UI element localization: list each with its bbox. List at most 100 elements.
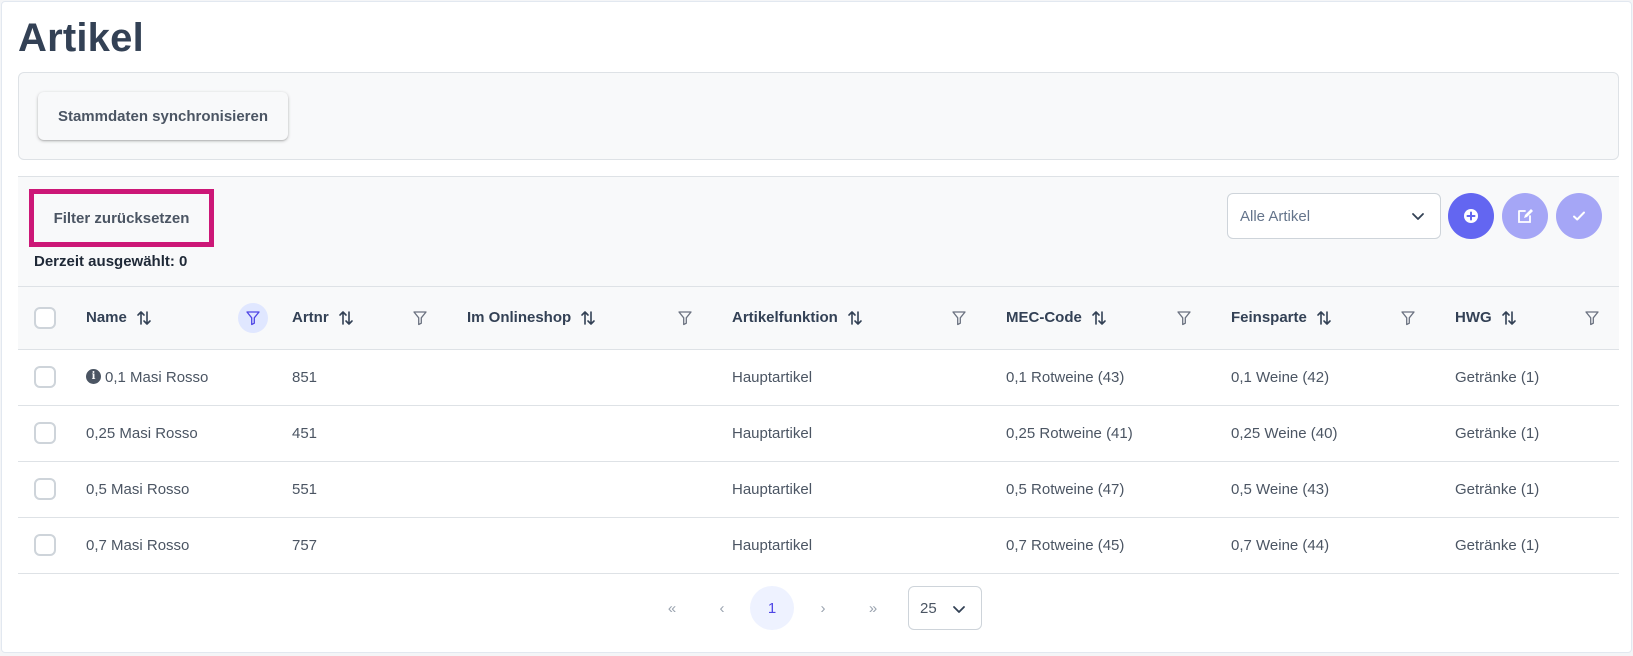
sort-icon [1092,310,1106,325]
sort-icon [581,310,595,325]
sort-feinsparte[interactable]: Feinsparte [1231,309,1333,327]
cell-hwg: Getränke (1) [1455,368,1540,386]
cell-hwg: Getränke (1) [1455,536,1540,554]
toolbar-panel: Stammdaten synchronisieren [18,72,1619,160]
filter-hwg-button[interactable] [1577,303,1607,333]
cell-onlineshop [453,461,718,517]
last-page-button[interactable]: » [851,586,895,630]
col-function: Artikelfunktion [718,287,992,349]
cell-function: Hauptartikel [732,368,813,386]
rows-per-page-value: 25 [920,600,937,617]
rows-per-page-dropdown[interactable]: 25 [908,586,982,630]
table-row[interactable]: 0,5 Masi Rosso 551 Hauptartikel 0,5 Rotw… [18,461,1619,517]
cell-feinsparte: 0,5 Weine (43) [1231,480,1330,498]
cell-name: 0,7 Masi Rosso [86,536,190,554]
plus-circle-icon [1464,209,1478,223]
sort-hwg[interactable]: HWG [1455,309,1518,327]
cell-function: Hauptartikel [732,480,813,498]
sort-name[interactable]: Name [86,309,153,327]
cell-mec: 0,1 Rotweine (43) [1006,368,1125,386]
col-feinsparte-label: Feinsparte [1231,309,1307,327]
sort-icon [1317,310,1331,325]
cell-feinsparte: 0,7 Weine (44) [1231,536,1330,554]
col-name-label: Name [86,309,127,327]
col-function-label: Artikelfunktion [732,309,838,327]
cell-function: Hauptartikel [732,424,813,442]
cell-feinsparte: 0,1 Weine (42) [1231,368,1330,386]
edit-icon [1518,209,1533,223]
cell-artnr: 451 [292,424,318,442]
col-onlineshop-label: Im Onlineshop [467,309,572,327]
cell-function: Hauptartikel [732,536,813,554]
col-feinsparte: Feinsparte [1217,287,1441,349]
add-article-button[interactable] [1448,193,1494,239]
page-title: Artikel [18,16,144,60]
col-mec: MEC-Code [992,287,1217,349]
sort-artnr[interactable]: Artnr [292,309,355,327]
row-checkbox[interactable] [34,422,56,444]
sort-icon [848,310,862,325]
check-icon [1573,211,1585,221]
cell-artnr: 757 [292,536,318,554]
sort-icon [137,310,151,325]
table-header-row: Name Artnr Im Onlineshop Artikelfunktion… [18,287,1619,349]
cell-artnr: 551 [292,480,318,498]
filter-mec-button[interactable] [1169,303,1199,333]
col-mec-label: MEC-Code [1006,309,1082,327]
cell-onlineshop [453,349,718,405]
prev-page-button[interactable]: ‹ [700,586,744,630]
filter-artnr-button[interactable] [405,303,435,333]
sort-mec[interactable]: MEC-Code [1006,309,1108,327]
table-row[interactable]: 0,25 Masi Rosso 451 Hauptartikel 0,25 Ro… [18,405,1619,461]
row-checkbox[interactable] [34,478,56,500]
cell-mec: 0,5 Rotweine (47) [1006,480,1125,498]
select-all-checkbox[interactable] [34,306,56,329]
col-onlineshop: Im Onlineshop [453,287,718,349]
filter-icon [246,311,260,325]
chevron-down-icon [953,606,965,613]
cell-onlineshop [453,405,718,461]
filter-icon [1177,311,1191,325]
info-icon[interactable]: i [86,369,101,385]
row-select-cell [18,349,70,405]
sort-icon [338,310,353,325]
article-filter-value: Alle Artikel [1240,208,1311,225]
col-artnr-label: Artnr [292,309,329,327]
cell-mec: 0,25 Rotweine (41) [1006,424,1133,442]
edit-article-button[interactable] [1502,193,1548,239]
table-row[interactable]: 0,7 Masi Rosso 757 Hauptartikel 0,7 Rotw… [18,517,1619,573]
select-all-cell [18,287,70,349]
filter-onlineshop-button[interactable] [670,303,700,333]
confirm-button[interactable] [1556,193,1602,239]
cell-name: 0,5 Masi Rosso [86,480,190,498]
cell-name: 0,25 Masi Rosso [86,424,198,442]
sort-function[interactable]: Artikelfunktion [732,309,864,327]
selected-count: Derzeit ausgewählt: 0 [34,253,188,270]
row-checkbox[interactable] [34,534,56,556]
table-row[interactable]: i 0,1 Masi Rosso 851 Hauptartikel 0,1 Rot… [18,349,1619,405]
col-hwg: HWG [1441,287,1619,349]
row-select-cell [18,461,70,517]
col-name: Name [70,287,280,349]
cell-hwg: Getränke (1) [1455,424,1540,442]
article-filter-dropdown[interactable]: Alle Artikel [1227,193,1441,239]
first-page-button[interactable]: « [650,586,694,630]
next-page-button[interactable]: › [801,586,845,630]
filter-name-button[interactable] [238,302,268,333]
article-table: Name Artnr Im Onlineshop Artikelfunktion… [18,287,1619,574]
col-hwg-label: HWG [1455,309,1492,327]
filter-icon [952,311,966,325]
filter-feinsparte-button[interactable] [1393,303,1423,333]
row-select-cell [18,517,70,573]
table-caption: Filter zurücksetzen Derzeit ausgewählt: … [18,177,1619,287]
reset-filter-button[interactable]: Filter zurücksetzen [35,195,208,241]
sort-onlineshop[interactable]: Im Onlineshop [467,309,597,327]
row-checkbox[interactable] [34,366,56,388]
chevron-down-icon [1412,213,1424,220]
filter-icon [678,311,692,325]
cell-feinsparte: 0,25 Weine (40) [1231,424,1338,442]
filter-function-button[interactable] [944,303,974,333]
sync-master-data-button[interactable]: Stammdaten synchronisieren [38,92,288,140]
page-1-button[interactable]: 1 [750,586,794,630]
cell-mec: 0,7 Rotweine (45) [1006,536,1125,554]
